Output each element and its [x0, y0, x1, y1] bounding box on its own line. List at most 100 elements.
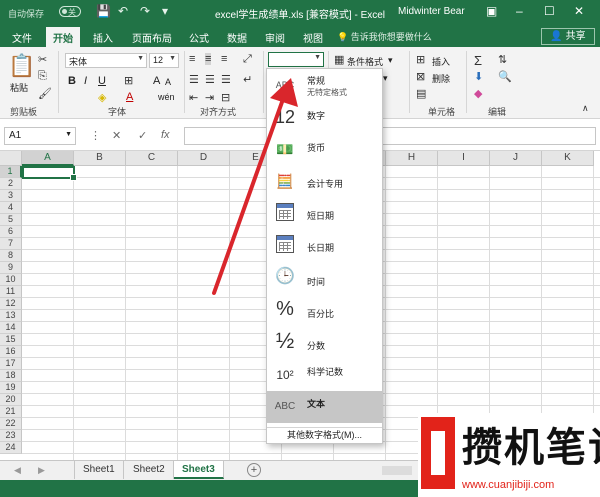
row-header-3[interactable]: 3	[0, 190, 22, 202]
row-header-4[interactable]: 4	[0, 202, 22, 214]
paste-label[interactable]: 粘贴	[10, 81, 28, 94]
copy-icon[interactable]: ⎘	[38, 70, 47, 83]
enter-icon[interactable]: ✓	[138, 129, 147, 142]
top-align-icon[interactable]: ≡	[189, 53, 195, 65]
row-header-21[interactable]: 21	[0, 406, 22, 418]
conditional-formatting-label[interactable]: 条件格式	[347, 55, 383, 68]
row-header-1[interactable]: 1	[0, 166, 22, 178]
close-icon[interactable]: ✕	[574, 4, 584, 18]
name-box[interactable]: A1 ▼	[4, 127, 76, 145]
delete-label[interactable]: 删除	[432, 72, 450, 85]
increase-indent-icon[interactable]: ⇥	[205, 91, 214, 104]
column-header-k[interactable]: K	[542, 151, 594, 166]
format-option-currency[interactable]: 💵 货币	[267, 133, 382, 165]
tab-review[interactable]: 审阅	[265, 30, 285, 45]
row-header-7[interactable]: 7	[0, 238, 22, 250]
tell-me-search[interactable]: 💡 告诉我你想要做什么	[337, 30, 432, 43]
row-header-6[interactable]: 6	[0, 226, 22, 238]
prev-sheet-icon[interactable]: ◀	[14, 465, 21, 476]
font-color-button[interactable]: A	[126, 91, 133, 103]
next-sheet-icon[interactable]: ▶	[38, 465, 45, 476]
phonetic-icon[interactable]: wén	[158, 92, 175, 102]
align-left-icon[interactable]: ☰	[189, 73, 199, 86]
maximize-icon[interactable]: ☐	[544, 4, 555, 18]
align-right-icon[interactable]: ☰	[221, 73, 231, 86]
column-header-a[interactable]: A	[22, 151, 74, 166]
row-header-2[interactable]: 2	[0, 178, 22, 190]
redo-icon[interactable]: ↷	[140, 4, 150, 18]
row-header-12[interactable]: 12	[0, 298, 22, 310]
format-option-general[interactable]: ABC 常规 无特定格式	[267, 69, 382, 101]
formula-input[interactable]	[184, 127, 596, 145]
horizontal-scrollbar[interactable]	[382, 466, 412, 475]
format-option-text[interactable]: ABC 文本	[267, 391, 382, 423]
row-header-16[interactable]: 16	[0, 346, 22, 358]
column-header-h[interactable]: H	[386, 151, 438, 166]
chevron-down-icon[interactable]: ▾	[383, 73, 388, 84]
clear-icon[interactable]: ◆	[474, 87, 482, 100]
sort-filter-icon[interactable]: ⇅	[498, 53, 507, 66]
number-format-select[interactable]: ▼	[268, 52, 324, 67]
more-icon[interactable]: ⋮	[90, 129, 101, 142]
font-name-select[interactable]: 宋体 ▼	[65, 53, 147, 68]
customize-quick-access-icon[interactable]: ▾	[162, 4, 168, 18]
share-button[interactable]: 👤 共享	[541, 28, 595, 45]
tab-data[interactable]: 数据	[227, 30, 247, 45]
format-option-scientific[interactable]: 10² 科学记数	[267, 359, 382, 391]
format-option-number[interactable]: 12 数字	[267, 101, 382, 133]
sheet-tab-sheet3[interactable]: Sheet3	[174, 461, 224, 479]
fill-icon[interactable]: ⬇	[474, 70, 483, 83]
row-header-13[interactable]: 13	[0, 310, 22, 322]
row-header-5[interactable]: 5	[0, 214, 22, 226]
cut-icon[interactable]: ✂	[38, 53, 47, 66]
row-header-10[interactable]: 10	[0, 274, 22, 286]
bottom-align-icon[interactable]: ≡	[221, 53, 227, 65]
column-header-i[interactable]: I	[438, 151, 490, 166]
row-header-23[interactable]: 23	[0, 430, 22, 442]
borders-icon[interactable]: ⊞	[124, 74, 133, 87]
row-header-14[interactable]: 14	[0, 322, 22, 334]
merge-center-icon[interactable]: ⊟	[221, 91, 230, 104]
row-header-24[interactable]: 24	[0, 442, 22, 454]
format-option-long-date[interactable]: 长日期	[267, 229, 382, 261]
active-cell-a1[interactable]	[22, 166, 77, 181]
tab-home[interactable]: 开始	[46, 27, 80, 47]
undo-icon[interactable]: ↶	[118, 4, 128, 18]
row-header-11[interactable]: 11	[0, 286, 22, 298]
row-header-22[interactable]: 22	[0, 418, 22, 430]
decrease-font-icon[interactable]: A	[165, 77, 171, 87]
format-painter-icon[interactable]: 🖌	[38, 87, 52, 100]
row-header-18[interactable]: 18	[0, 370, 22, 382]
tab-formulas[interactable]: 公式	[189, 30, 209, 45]
row-header-8[interactable]: 8	[0, 250, 22, 262]
row-header-20[interactable]: 20	[0, 394, 22, 406]
format-option-short-date[interactable]: 短日期	[267, 197, 382, 229]
row-header-17[interactable]: 17	[0, 358, 22, 370]
select-all-corner[interactable]	[0, 151, 22, 166]
column-header-b[interactable]: B	[74, 151, 126, 166]
column-header-j[interactable]: J	[490, 151, 542, 166]
add-sheet-icon[interactable]: +	[247, 463, 261, 477]
tab-page-layout[interactable]: 页面布局	[132, 30, 172, 45]
format-option-fraction[interactable]: ½ 分数	[267, 325, 382, 357]
format-cells-icon[interactable]: ▤	[416, 87, 426, 100]
decrease-indent-icon[interactable]: ⇤	[189, 91, 198, 104]
fill-color-icon[interactable]: ◈	[98, 91, 106, 104]
bold-button[interactable]: B	[68, 75, 76, 87]
middle-align-icon[interactable]: ≡	[205, 53, 212, 65]
format-option-accounting[interactable]: 🧮 会计专用	[267, 165, 382, 197]
underline-button[interactable]: U	[98, 75, 106, 87]
align-center-icon[interactable]: ☰	[205, 73, 215, 86]
sheet-tab-sheet1[interactable]: Sheet1	[74, 461, 124, 479]
font-size-select[interactable]: 12 ▼	[149, 53, 179, 68]
tab-view[interactable]: 视图	[303, 30, 323, 45]
more-number-formats[interactable]: 其他数字格式(M)...	[267, 427, 382, 443]
column-header-c[interactable]: C	[126, 151, 178, 166]
autosum-icon[interactable]: Σ	[474, 53, 482, 68]
ribbon-display-options-icon[interactable]: ▣	[486, 4, 497, 18]
tab-insert[interactable]: 插入	[93, 30, 113, 45]
find-select-icon[interactable]: 🔍	[498, 70, 512, 83]
insert-cells-icon[interactable]: ⊞	[416, 53, 425, 66]
delete-cells-icon[interactable]: ⊠	[416, 70, 425, 83]
collapse-ribbon-icon[interactable]: ∧	[582, 103, 589, 114]
